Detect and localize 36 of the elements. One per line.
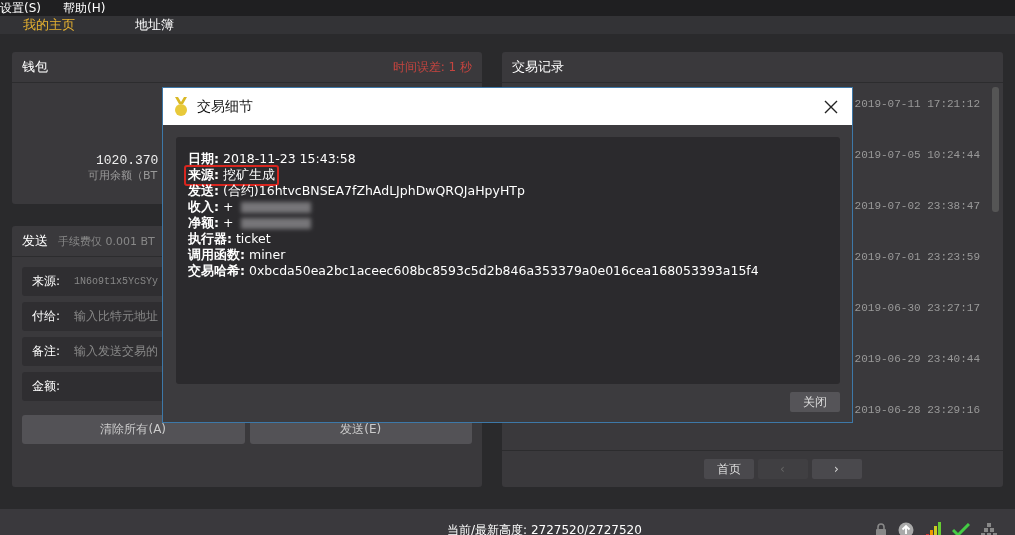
- scrollbar[interactable]: [992, 87, 999, 212]
- transaction-time: 2019-06-29 23:40:44: [854, 353, 980, 365]
- pager-button[interactable]: 首页: [703, 459, 754, 479]
- transaction-time: 2019-07-05 10:24:44: [854, 149, 980, 161]
- signal-icon[interactable]: [925, 522, 941, 535]
- transaction-time: 2019-07-02 23:38:47: [854, 200, 980, 212]
- nav-tab[interactable]: 我的主页: [23, 16, 75, 34]
- detail-line: 收入: +: [187, 197, 235, 216]
- transaction-time: 2019-06-28 23:29:16: [854, 404, 980, 416]
- detail-line: 交易哈希: 0xbcda50ea2bc1aceec608bc8593c5d2b846a353379a0e016cea168053393a15f4: [187, 261, 760, 280]
- block-height-text: 当前/最新高度: 2727520/2727520: [447, 521, 642, 535]
- upload-icon[interactable]: [898, 522, 914, 535]
- dialog-title: 交易细节: [197, 97, 253, 116]
- menu-item[interactable]: 设置(S): [0, 0, 41, 16]
- time-offset-text: 时间误差: 1 秒: [392, 58, 472, 76]
- panel-title: 钱包: [22, 58, 48, 76]
- panel-title: 发送: [22, 232, 48, 250]
- transaction-time: 2019-06-30 23:27:17: [854, 302, 980, 314]
- menu-item[interactable]: 帮助(H): [63, 0, 106, 16]
- nav-tab[interactable]: 地址簿: [135, 16, 174, 34]
- balance-amount: 1020.370: [95, 153, 159, 168]
- transaction-time: 2019-07-11 17:21:12: [854, 98, 980, 110]
- check-icon[interactable]: [952, 523, 970, 535]
- detail-line: 执行器: ticket: [187, 229, 272, 248]
- close-button[interactable]: 关闭: [790, 392, 840, 412]
- lock-icon[interactable]: [875, 523, 887, 535]
- detail-line: 净额: +: [187, 213, 235, 232]
- panel-title: 交易记录: [512, 58, 564, 76]
- transaction-time: 2019-07-01 23:23:59: [854, 251, 980, 263]
- detail-line: 调用函数: miner: [186, 245, 287, 263]
- network-icon[interactable]: [981, 523, 997, 535]
- fee-note: 手续费仅 0.001 BT: [58, 233, 155, 249]
- balance-label: 可用余额（BT: [88, 168, 158, 183]
- pager-button[interactable]: ›: [811, 459, 862, 479]
- action-button[interactable]: 清除所有(A): [22, 415, 245, 444]
- medal-icon: [173, 96, 189, 117]
